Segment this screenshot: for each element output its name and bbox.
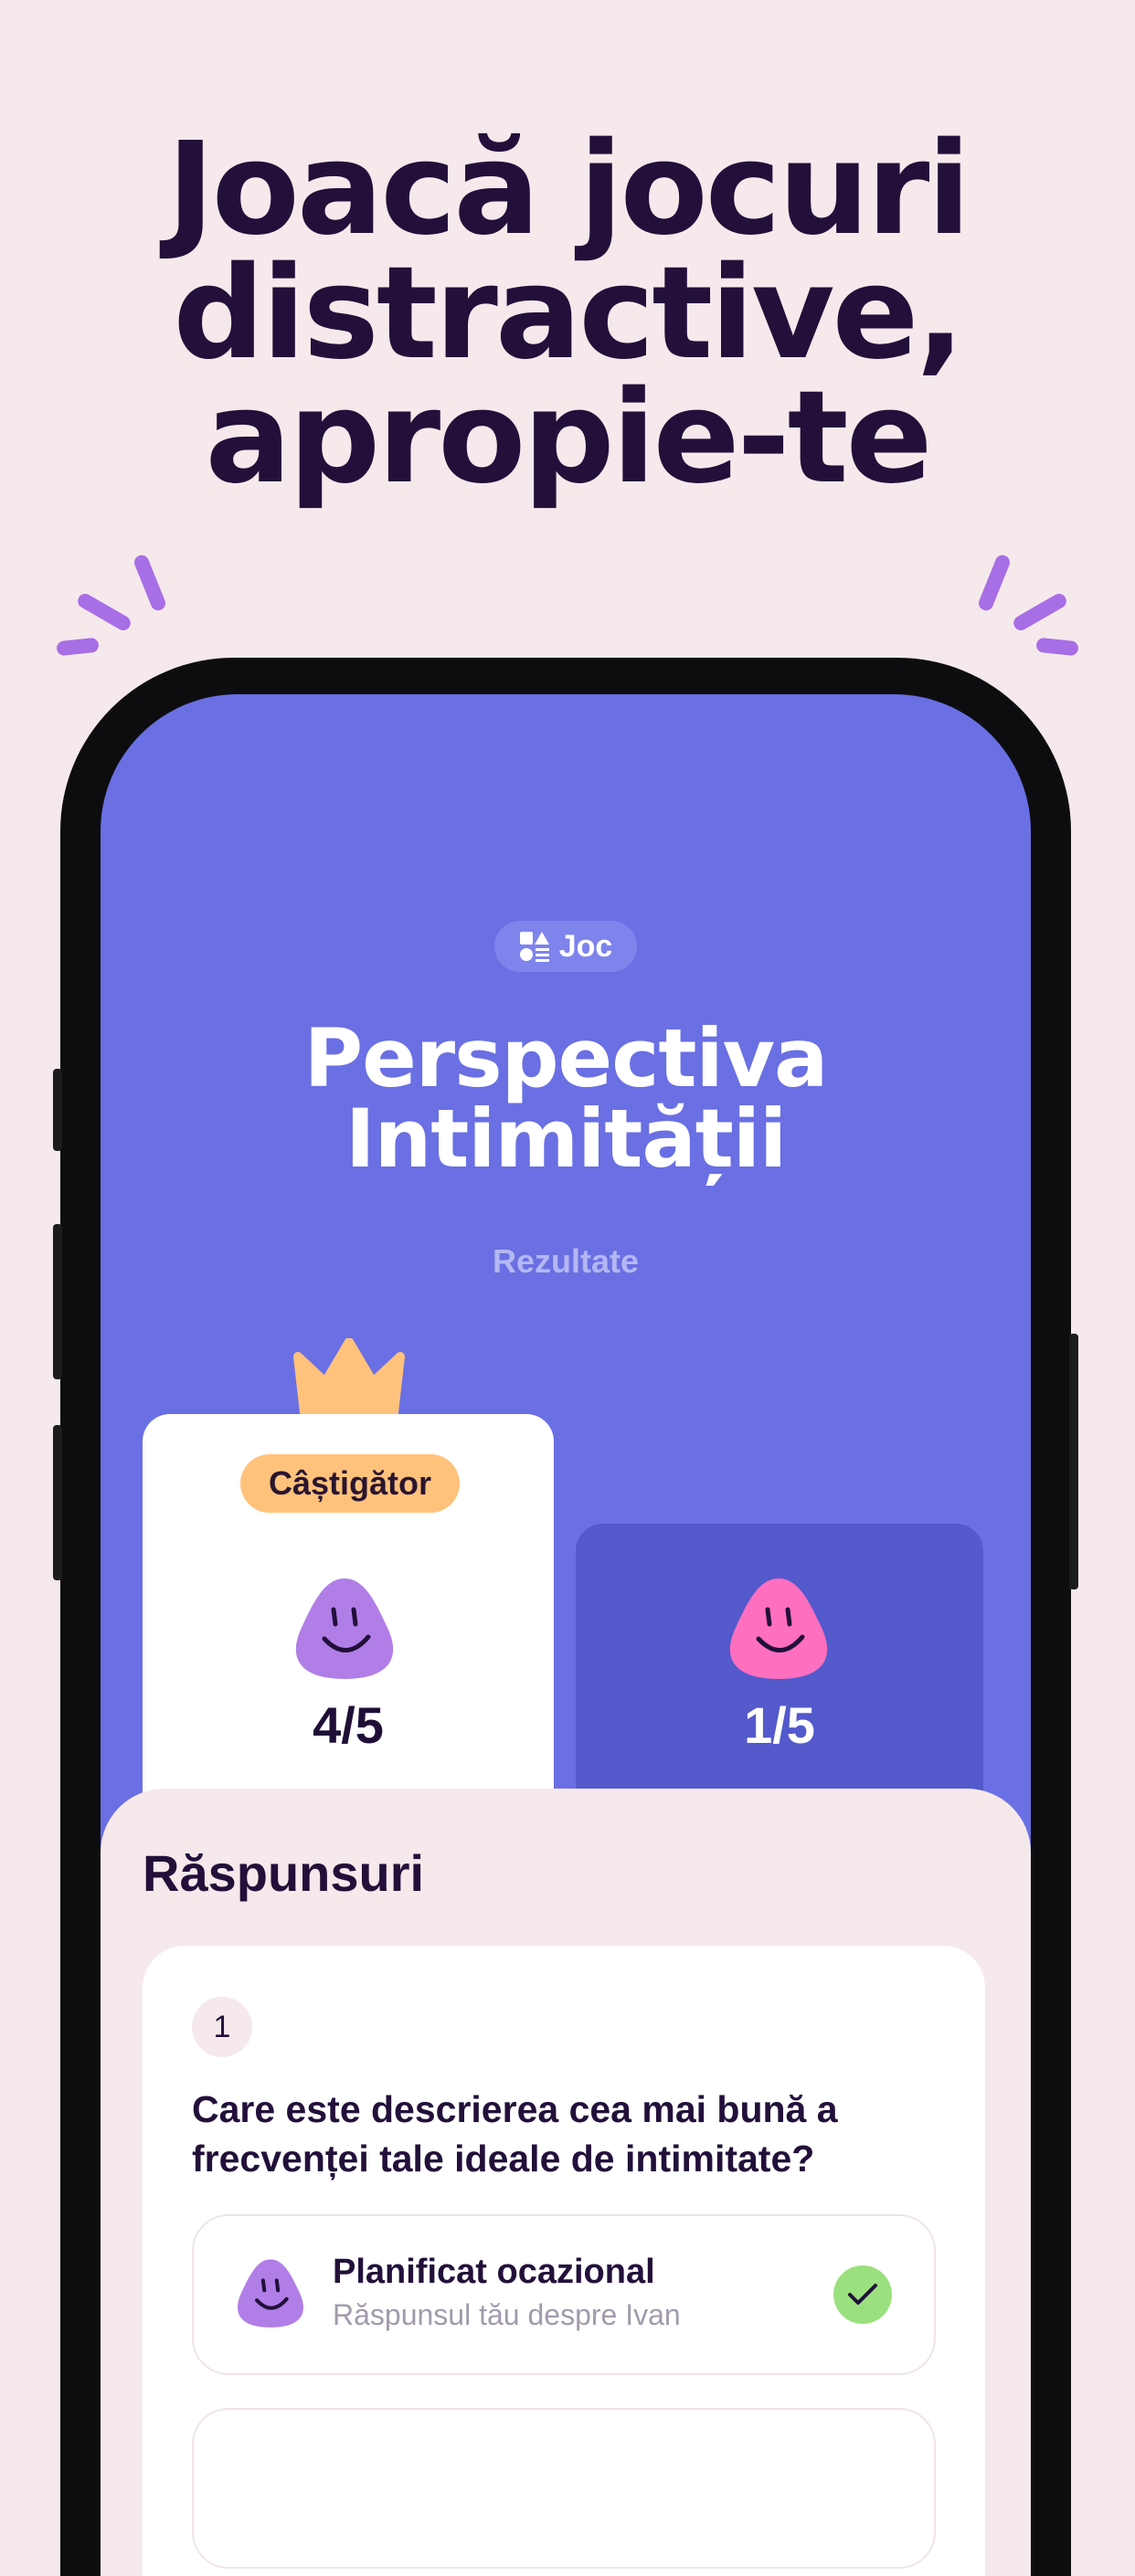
answers-sheet: Răspunsuri 1 Care este descrierea cea ma… — [101, 1789, 1031, 2576]
check-icon — [833, 2265, 892, 2324]
answer-option[interactable]: Planificat ocazional Răspunsul tău despr… — [192, 2214, 936, 2375]
phone-screen: Joc Perspectiva Intimității Rezultate Câ… — [101, 694, 1031, 2576]
game-shapes-icon — [519, 931, 550, 962]
phone-mockup: Joc Perspectiva Intimității Rezultate Câ… — [53, 658, 1078, 2576]
game-title-line-2: Intimității — [345, 1092, 787, 1186]
crown-icon — [292, 1337, 406, 1425]
question-text: Care este descrierea cea mai bună a frec… — [192, 2088, 838, 2180]
game-title-line-1: Perspectiva — [303, 1011, 829, 1105]
purple-blob-face-icon — [232, 2256, 309, 2334]
phone-side-button — [53, 1069, 62, 1151]
sparkle-left-3 — [56, 637, 100, 657]
phone-power-button — [1069, 1334, 1078, 1589]
phone-volume-down — [53, 1425, 62, 1580]
sparkle-left-1 — [132, 553, 168, 613]
winner-score: 4/5 — [313, 1696, 384, 1754]
question-card: 1 Care este descrierea cea mai bună a fr… — [143, 1946, 985, 2576]
answer-option-partial[interactable] — [192, 2408, 936, 2569]
answers-title: Răspunsuri — [143, 1844, 425, 1902]
winner-badge: Câștigător — [240, 1454, 460, 1513]
sparkle-right-2 — [1011, 591, 1069, 633]
sparkle-left-2 — [75, 591, 133, 633]
game-title: Perspectiva Intimității — [101, 1019, 1031, 1179]
purple-blob-face-icon — [288, 1575, 401, 1685]
game-pill-label: Joc — [558, 928, 613, 964]
sparkle-right-1 — [976, 553, 1013, 613]
headline-line-2: distractive, — [173, 239, 964, 388]
headline-line-3: apropie-te — [205, 364, 932, 512]
question-number-badge: 1 — [192, 1997, 252, 2057]
game-pill: Joc — [494, 921, 637, 972]
player-score: 1/5 — [744, 1696, 815, 1754]
headline: Joacă jocuri distractive, apropie-te — [0, 115, 1135, 512]
headline-line-1: Joacă jocuri — [166, 115, 971, 264]
pink-blob-face-icon — [722, 1575, 835, 1685]
answer-label: Planificat ocazional — [333, 2253, 655, 2291]
answer-sublabel: Răspunsul tău despre Ivan — [333, 2298, 681, 2331]
sparkle-right-3 — [1035, 637, 1079, 657]
results-subtitle: Rezultate — [492, 1242, 640, 1280]
phone-volume-up — [53, 1224, 62, 1379]
